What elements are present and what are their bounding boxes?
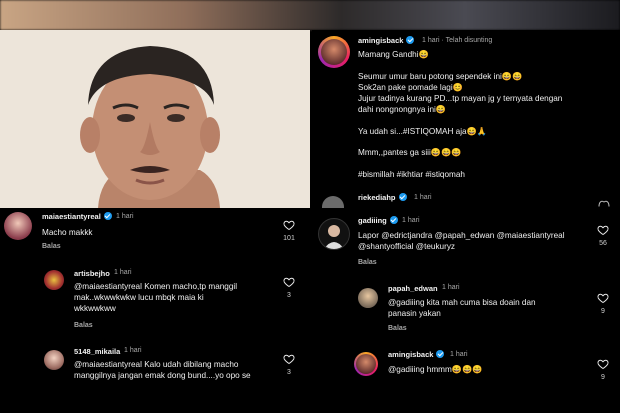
avatar[interactable] <box>318 218 350 250</box>
comment-text: panasin yakan <box>388 309 441 318</box>
avatar[interactable] <box>44 350 64 370</box>
comment-text: wkkwwkww <box>74 304 116 313</box>
liker-time: 1 hari <box>414 194 432 201</box>
like-count: 56 <box>599 240 607 247</box>
post-caption-line: Mamang Gandhi😄 <box>358 50 429 59</box>
post-username[interactable]: amingisback <box>358 36 415 45</box>
post-caption-line: Ya udah si...#ISTIQOMAH aja😄🙏 <box>358 127 487 136</box>
post-caption-line: Sok2an pake pomade lagi😊 <box>358 83 463 92</box>
avatar-image <box>324 225 344 249</box>
left-panel: maiaestiantyreal 1 hari Macho makkk Bala… <box>0 30 310 413</box>
comment-text: mak..wkwwkwkw lucu mbqk maia ki <box>74 293 204 302</box>
heart-icon[interactable] <box>597 224 609 236</box>
avatar <box>356 354 376 374</box>
post-photo <box>0 30 310 208</box>
story-ring-avatar[interactable] <box>354 352 378 376</box>
comment-username[interactable]: maiaestiantyreal <box>42 212 112 221</box>
comment-username[interactable]: amingisback <box>388 350 445 359</box>
comment-text: Macho makkk <box>42 228 93 237</box>
right-panel: amingisback 1 hari · Telah disunting Mam… <box>312 30 620 413</box>
post-caption-line: Jujur tadinya kurang PD...tp mayan jg y … <box>358 94 563 103</box>
comment-username[interactable]: gadiiing <box>358 216 398 225</box>
avatar[interactable] <box>44 270 64 290</box>
verified-badge-icon <box>103 212 112 220</box>
like-count: 9 <box>601 308 605 315</box>
verified-badge-icon <box>398 193 407 201</box>
heart-icon[interactable] <box>597 358 609 370</box>
avatar[interactable] <box>4 212 32 240</box>
like-count: 101 <box>283 235 295 242</box>
comment-text: @shantyofficial @teukuryz <box>358 242 456 251</box>
comment-username[interactable]: artisbejho <box>74 269 110 278</box>
reply-button[interactable]: Balas <box>388 325 407 332</box>
comment-text: manggilnya jangan emak dong bund....yo o… <box>74 371 251 380</box>
comment-time: 1 hari <box>114 269 132 276</box>
post-time: 1 hari · Telah disunting <box>422 37 493 44</box>
comment-time: 1 hari <box>124 347 142 354</box>
avatar[interactable] <box>358 288 378 308</box>
like-count: 9 <box>601 374 605 381</box>
comment-text: @maiaestiantyreal Komen macho,tp manggil <box>74 282 238 291</box>
reply-button[interactable]: Balas <box>358 259 377 266</box>
comment-text: @gadiiing hmmm😄😄😄 <box>388 365 483 374</box>
liker-username[interactable]: riekediahp <box>358 193 407 202</box>
post-caption-line: Seumur umur baru potong sependek ini😄😄 <box>358 72 523 81</box>
comment-time: 1 hari <box>442 284 460 291</box>
avatar[interactable] <box>322 196 344 208</box>
verified-badge-icon <box>389 216 398 224</box>
like-count: 3 <box>287 369 291 376</box>
verified-badge-icon <box>406 36 415 44</box>
comment-text: @maiaestiantyreal Kalo udah dibilang mac… <box>74 360 239 369</box>
story-ring-avatar[interactable] <box>318 36 350 68</box>
post-caption-line: Mmm,,pantes ga siii😄😄😄 <box>358 148 462 157</box>
comment-time: 1 hari <box>450 351 468 358</box>
avatar <box>321 39 347 65</box>
comment-time: 1 hari <box>116 213 134 220</box>
post-hashtags[interactable]: #bismillah #ikhtiar #istiqomah <box>358 169 465 181</box>
comment-time: 1 hari <box>402 217 420 224</box>
comment-username[interactable]: papah_edwan <box>388 284 438 293</box>
heart-icon[interactable] <box>597 292 609 304</box>
comment-text: @gadiiing kita mah cuma bisa doain dan <box>388 298 536 307</box>
blurred-top-banner <box>0 0 620 30</box>
heart-icon[interactable] <box>598 198 610 208</box>
reply-button[interactable]: Balas <box>42 243 61 250</box>
reply-button[interactable]: Balas <box>74 322 93 329</box>
man-portrait-image <box>0 30 310 208</box>
heart-icon[interactable] <box>283 276 295 288</box>
like-count: 3 <box>287 292 291 299</box>
heart-icon[interactable] <box>283 219 295 231</box>
verified-badge-icon <box>436 350 445 358</box>
comment-username[interactable]: 5148_mikaila <box>74 347 120 356</box>
heart-icon[interactable] <box>283 353 295 365</box>
comment-text: Lapor @edrictjandra @papah_edwan @maiaes… <box>358 231 565 240</box>
post-caption-line: dahi nongnongnya ini😄 <box>358 105 447 114</box>
